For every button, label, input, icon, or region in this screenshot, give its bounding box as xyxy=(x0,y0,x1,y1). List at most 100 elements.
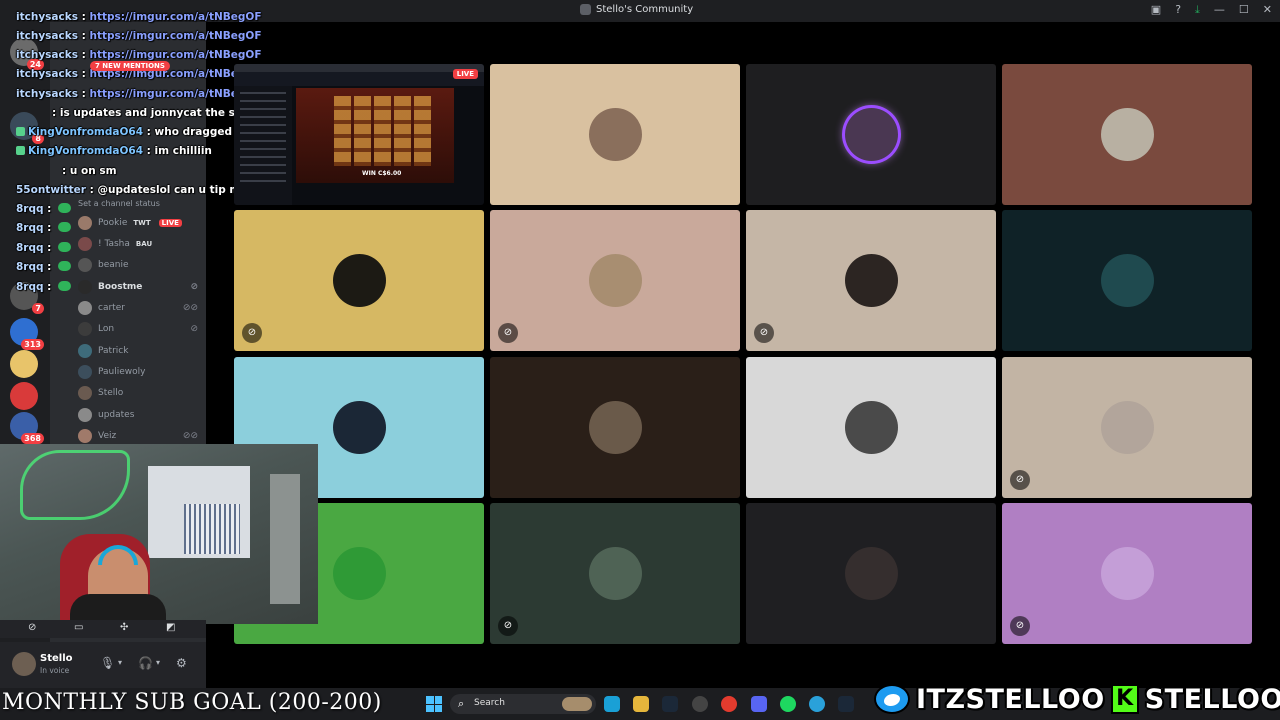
edge-icon[interactable] xyxy=(604,696,620,712)
voice-member[interactable]: Patrick xyxy=(78,342,198,360)
voice-member[interactable]: Pookie TWT LIVE xyxy=(78,214,198,232)
participant-tile[interactable]: ⊘ xyxy=(1002,503,1252,644)
participant-avatar xyxy=(589,401,642,454)
avatar xyxy=(78,301,92,315)
chat-message: 55ontwitter : @updateslol can u tip me? xyxy=(16,184,254,196)
minimize-icon[interactable]: — xyxy=(1214,3,1225,17)
participant-avatar xyxy=(845,401,898,454)
camera-off-icon[interactable]: ⊘ xyxy=(28,622,36,633)
server-avatar[interactable]: 313 xyxy=(10,318,44,350)
soundboard-icon[interactable]: ◩ xyxy=(166,622,175,633)
download-icon[interactable]: ⤓ xyxy=(1195,3,1200,17)
chat-link[interactable]: https://imgur.com/a/tNBegOF xyxy=(89,11,261,23)
windows-start-icon[interactable] xyxy=(426,696,442,712)
chat-username: 8rqq xyxy=(16,222,44,234)
voice-member[interactable]: Stello xyxy=(78,384,198,402)
avatar xyxy=(78,216,92,230)
mention-badge: 7 xyxy=(32,303,44,314)
member-name: Pauliewoly xyxy=(98,367,146,377)
mention-badge: 313 xyxy=(21,339,44,350)
chrome-icon[interactable] xyxy=(721,696,737,712)
participant-tile[interactable] xyxy=(746,64,996,205)
avatar xyxy=(78,322,92,336)
participant-tile[interactable] xyxy=(490,64,740,205)
avatar[interactable] xyxy=(12,652,36,676)
window-title-text: Stello's Community xyxy=(596,4,694,15)
muted-icon: ⊘ xyxy=(754,323,774,343)
participant-tile[interactable]: ⊘ xyxy=(490,503,740,644)
voice-member[interactable]: Lon ⊘ xyxy=(78,320,198,338)
voice-member[interactable]: updates xyxy=(78,406,198,424)
search-highlight-icon xyxy=(562,697,592,711)
participant-tile[interactable]: ⊘ xyxy=(1002,357,1252,498)
chevron-down-icon[interactable]: ▾ xyxy=(118,658,122,667)
badge-icon xyxy=(16,127,25,136)
user-status: In voice xyxy=(40,666,70,675)
channel-status-placeholder[interactable]: Set a channel status xyxy=(78,199,160,208)
participant-tile[interactable] xyxy=(1002,210,1252,351)
participant-tile[interactable] xyxy=(746,503,996,644)
spotify-icon[interactable] xyxy=(780,696,796,712)
telegram-icon[interactable] xyxy=(809,696,825,712)
voice-member[interactable]: Veiz ⊘⊘ xyxy=(78,427,198,445)
headphones-icon[interactable]: 🎧 xyxy=(138,656,153,670)
screen-share-icon[interactable]: ▭ xyxy=(74,622,83,633)
chat-message: itchysacks : https://imgur.com/a/tNBegOF xyxy=(16,49,262,61)
kick-handle: STELLOOO xyxy=(1144,683,1280,715)
member-name: ! Tasha xyxy=(98,239,130,249)
server-avatar[interactable]: 368 xyxy=(10,412,44,444)
obs-icon[interactable] xyxy=(692,696,708,712)
taskbar-search[interactable]: ⌕ Search xyxy=(450,694,596,714)
microphone-icon[interactable]: 🎙 xyxy=(100,656,115,670)
slot-game xyxy=(296,88,454,183)
chat-link[interactable]: https://imgur.com/a/tNBegOF xyxy=(89,30,261,42)
close-icon[interactable]: ✕ xyxy=(1263,3,1272,17)
stream-tile[interactable]: WIN C$6.00 LIVE xyxy=(234,64,484,205)
server-icon xyxy=(580,4,591,15)
voice-member[interactable]: carter ⊘⊘ xyxy=(78,299,198,317)
voice-member[interactable]: Boostme ⊘ xyxy=(78,278,198,296)
chat-link[interactable]: https://imgur.com/a/tNBegOF xyxy=(89,49,261,61)
muted-icon: ⊘ xyxy=(498,616,518,636)
new-mentions-pill[interactable]: 7 NEW MENTIONS xyxy=(90,61,170,71)
member-tag: TWT xyxy=(133,219,151,227)
participant-tile[interactable] xyxy=(1002,64,1252,205)
maximize-icon[interactable]: ☐ xyxy=(1239,3,1249,17)
participant-avatar xyxy=(333,401,386,454)
file-explorer-icon[interactable] xyxy=(633,696,649,712)
muted-icon: ⊘ xyxy=(242,323,262,343)
server-avatar[interactable] xyxy=(10,350,38,378)
chat-username: KingVonfromdaO64 xyxy=(28,145,144,157)
participant-tile[interactable] xyxy=(490,357,740,498)
steam-icon[interactable] xyxy=(838,696,854,712)
gear-icon[interactable]: ⚙ xyxy=(176,656,187,670)
participant-avatar xyxy=(1101,401,1154,454)
member-name: beanie xyxy=(98,260,129,270)
participant-tile[interactable]: ⊘ xyxy=(490,210,740,351)
member-name: Veiz xyxy=(98,431,117,441)
chevron-down-icon[interactable]: ▾ xyxy=(156,658,160,667)
participant-tile[interactable]: ⊘ xyxy=(746,210,996,351)
voice-member[interactable]: beanie xyxy=(78,256,198,274)
voice-member[interactable]: Pauliewoly xyxy=(78,363,198,381)
chat-username: 8rqq xyxy=(16,261,44,273)
activity-icon[interactable]: ✣ xyxy=(120,622,128,633)
participant-tile[interactable] xyxy=(746,357,996,498)
discord-icon[interactable] xyxy=(751,696,767,712)
chat-message: KingVonfromdaO64 : who dragged me xyxy=(16,126,254,138)
chat-username: 55ontwitter xyxy=(16,184,86,196)
chat-username: itchysacks xyxy=(16,68,78,80)
participant-tile[interactable]: ⊘ xyxy=(234,210,484,351)
participant-avatar xyxy=(845,108,898,161)
shared-screen: WIN C$6.00 xyxy=(234,64,484,205)
voice-member[interactable]: ! Tasha BAU xyxy=(78,235,198,253)
emote-icon xyxy=(58,222,72,232)
server-avatar[interactable] xyxy=(10,382,38,410)
muted-icon: ⊘ xyxy=(190,324,198,334)
screen-share-icon[interactable]: ▣ xyxy=(1151,3,1161,17)
help-icon[interactable]: ? xyxy=(1175,3,1181,17)
steam-icon[interactable] xyxy=(662,696,678,712)
kick-icon: K xyxy=(1110,684,1139,714)
member-name: Boostme xyxy=(98,282,143,292)
chat-message: itchysacks : https://imgur.com/a/tNBegOF xyxy=(16,11,262,23)
